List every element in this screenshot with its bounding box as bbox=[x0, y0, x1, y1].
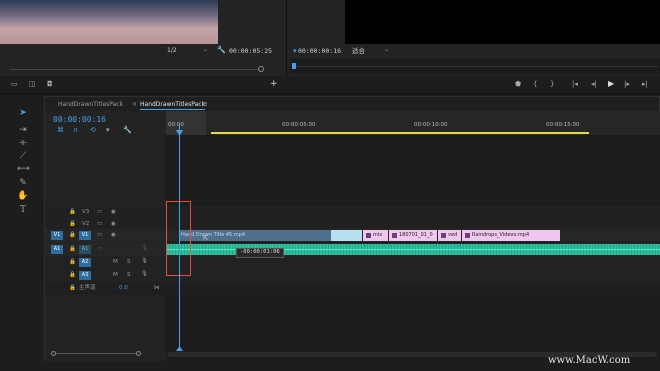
program-video-frame bbox=[345, 0, 660, 44]
track-target-a3[interactable]: A3 bbox=[79, 271, 91, 280]
mute-button[interactable]: M bbox=[113, 272, 118, 279]
track-label-v2: V2 bbox=[82, 221, 90, 227]
tab-sequence-2[interactable]: HandDrawnTitlesPack bbox=[140, 102, 205, 108]
microphone-icon[interactable]: 🎙 bbox=[141, 271, 148, 278]
close-icon[interactable]: × bbox=[132, 102, 137, 108]
ripple-edit-icon[interactable]: ⟛ bbox=[17, 138, 29, 148]
lock-icon[interactable]: 🔒 bbox=[69, 272, 76, 279]
camera-icon[interactable]: ◘ bbox=[47, 81, 53, 88]
lock-icon[interactable]: 🔒 bbox=[69, 285, 76, 292]
insert-icon[interactable]: ◫ bbox=[29, 81, 36, 88]
watermark: www.MacW.com bbox=[548, 355, 631, 366]
video-clip[interactable] bbox=[331, 230, 362, 241]
source-timecode: 00:00:05:25 bbox=[229, 47, 273, 55]
source-patch-a1[interactable]: A1 bbox=[51, 245, 63, 254]
hand-tool-icon[interactable]: ✋ bbox=[17, 191, 29, 201]
source-patch-v1[interactable]: V1 bbox=[51, 231, 63, 240]
playhead-line[interactable] bbox=[179, 123, 180, 350]
eye-icon[interactable]: ◉ bbox=[111, 209, 116, 216]
chevron-down-icon[interactable]: ⌄ bbox=[384, 47, 389, 53]
render-bar bbox=[211, 132, 589, 134]
go-to-end-icon[interactable]: ⋈ bbox=[154, 285, 160, 292]
mark-out-icon[interactable]: } bbox=[550, 81, 554, 88]
marker-icon[interactable]: ⬟ bbox=[515, 81, 521, 88]
marker-icon[interactable]: ▭ bbox=[11, 81, 18, 88]
track-target-a1[interactable]: A1 bbox=[79, 245, 91, 254]
timeline-panel: HandDrawnTitlesPack × HandDrawnTitlesPac… bbox=[44, 96, 660, 361]
master-track-label: 主声道 bbox=[79, 285, 96, 291]
time-ruler[interactable]: 00:00 00:00:05:00 00:00:10:00 00:00:15:0… bbox=[166, 111, 660, 135]
lock-icon[interactable]: 🔒 bbox=[69, 259, 76, 266]
pen-tool-icon[interactable]: ✎ bbox=[17, 178, 29, 188]
sync-lock-icon[interactable]: ▭ bbox=[97, 246, 102, 253]
lock-icon[interactable]: 🔒 bbox=[69, 246, 76, 253]
track-target-v1[interactable]: V1 bbox=[79, 231, 91, 240]
wrench-icon[interactable]: 🔧 bbox=[217, 47, 226, 54]
video-clip[interactable]: ved bbox=[438, 230, 461, 241]
program-scrub-bar[interactable] bbox=[290, 58, 660, 74]
sync-lock-icon[interactable]: ▭ bbox=[97, 209, 102, 216]
video-clip[interactable]: mix bbox=[363, 230, 388, 241]
lock-icon[interactable]: 🔒 bbox=[69, 209, 76, 216]
nest-icon[interactable]: ⌘ bbox=[57, 127, 64, 134]
play-icon[interactable]: ▶ bbox=[608, 80, 614, 88]
eye-icon[interactable]: ◉ bbox=[111, 232, 116, 239]
lock-icon[interactable]: 🔒 bbox=[69, 221, 76, 228]
video-clip[interactable]: Hand Drawn Title 45.mp4 bbox=[179, 230, 331, 241]
source-zoom-select[interactable]: 1/2 bbox=[167, 48, 177, 54]
lock-icon[interactable]: 🔒 bbox=[69, 232, 76, 239]
track-a3: 🔒 A3 M S 🎙 bbox=[45, 269, 660, 282]
step-forward-icon[interactable]: |▸ bbox=[624, 81, 630, 88]
track-select-icon[interactable]: ⇥ bbox=[17, 125, 29, 135]
track-a2: 🔒 A2 M S 🎙 bbox=[45, 256, 660, 269]
video-clip[interactable]: 180701_01_0 bbox=[389, 230, 437, 241]
solo-button[interactable]: S bbox=[127, 272, 131, 279]
menu-icon[interactable]: ≡ bbox=[202, 101, 208, 108]
go-to-in-icon[interactable]: |◂ bbox=[572, 81, 578, 88]
master-volume-value[interactable]: 0.0 bbox=[119, 285, 128, 292]
ruler-tick-label: 00:00:10:00 bbox=[414, 122, 448, 128]
tab-sequence-1[interactable]: HandDrawnTitlesPack bbox=[58, 102, 123, 108]
source-video-frame bbox=[0, 0, 218, 44]
mark-in-icon[interactable]: { bbox=[533, 81, 537, 88]
playhead-marker-icon: ▾ bbox=[293, 47, 297, 55]
sync-lock-icon[interactable]: ▭ bbox=[97, 232, 102, 239]
tools-panel: ➤ ⇥ ⟛ ⟋ ⟷ ✎ ✋ T bbox=[8, 104, 34, 361]
circle-icon bbox=[258, 66, 264, 72]
track-target-a2[interactable]: A2 bbox=[79, 258, 91, 267]
slip-tool-icon[interactable]: ⟷ bbox=[17, 164, 30, 174]
active-tab-indicator bbox=[140, 109, 205, 110]
microphone-icon[interactable]: 🎙 bbox=[141, 258, 148, 265]
track-master: 🔒 主声道 0.0 ⋈ bbox=[45, 282, 660, 295]
eye-icon[interactable]: ◉ bbox=[111, 221, 116, 228]
wrench-icon[interactable]: 🔧 bbox=[123, 127, 132, 134]
add-marker-icon[interactable]: ▾ bbox=[106, 127, 110, 134]
drag-offset-tooltip: -00:00:01:06 bbox=[236, 248, 284, 258]
ruler-tick-label: 00:00:05:00 bbox=[282, 122, 316, 128]
mute-button[interactable]: M bbox=[113, 259, 118, 266]
track-label-v3: V3 bbox=[82, 209, 90, 215]
chevron-down-icon[interactable]: ⌄ bbox=[203, 47, 208, 53]
razor-tool-icon[interactable]: ⟋ bbox=[17, 151, 29, 161]
source-monitor: 1/2 ⌄ 🔧 00:00:05:25 ▭ ◫ ◘ + bbox=[0, 0, 286, 89]
linked-selection-icon[interactable]: ⟲ bbox=[90, 127, 96, 134]
add-button-icon[interactable]: + bbox=[270, 80, 278, 89]
solo-button[interactable]: S bbox=[127, 259, 131, 266]
step-back-icon[interactable]: ◂| bbox=[591, 81, 597, 88]
program-timecode: 00:00:00:16 bbox=[298, 47, 342, 55]
program-fit-select[interactable]: 适合 bbox=[352, 48, 365, 55]
ruler-tick-label: 00:00 bbox=[168, 122, 184, 128]
drag-cursor-icon: ⇱ bbox=[203, 235, 209, 242]
timeline-timecode[interactable]: 00:00:00:16 bbox=[53, 116, 106, 124]
selection-tool-icon[interactable]: ➤ bbox=[17, 108, 29, 118]
video-clip[interactable]: Raindrops_Videvo.mp4 bbox=[462, 230, 560, 241]
source-scrub-bar[interactable] bbox=[0, 64, 286, 76]
sync-lock-icon[interactable]: ▭ bbox=[97, 221, 102, 228]
type-tool-icon[interactable]: T bbox=[17, 205, 29, 215]
snap-icon[interactable]: ∩ bbox=[73, 127, 78, 134]
ruler-tick-label: 00:00:15:00 bbox=[546, 122, 580, 128]
microphone-icon[interactable]: 🎙 bbox=[141, 245, 148, 252]
vertical-zoom-scrollbar[interactable] bbox=[49, 350, 167, 357]
go-to-out-icon[interactable]: ▸| bbox=[642, 81, 648, 88]
